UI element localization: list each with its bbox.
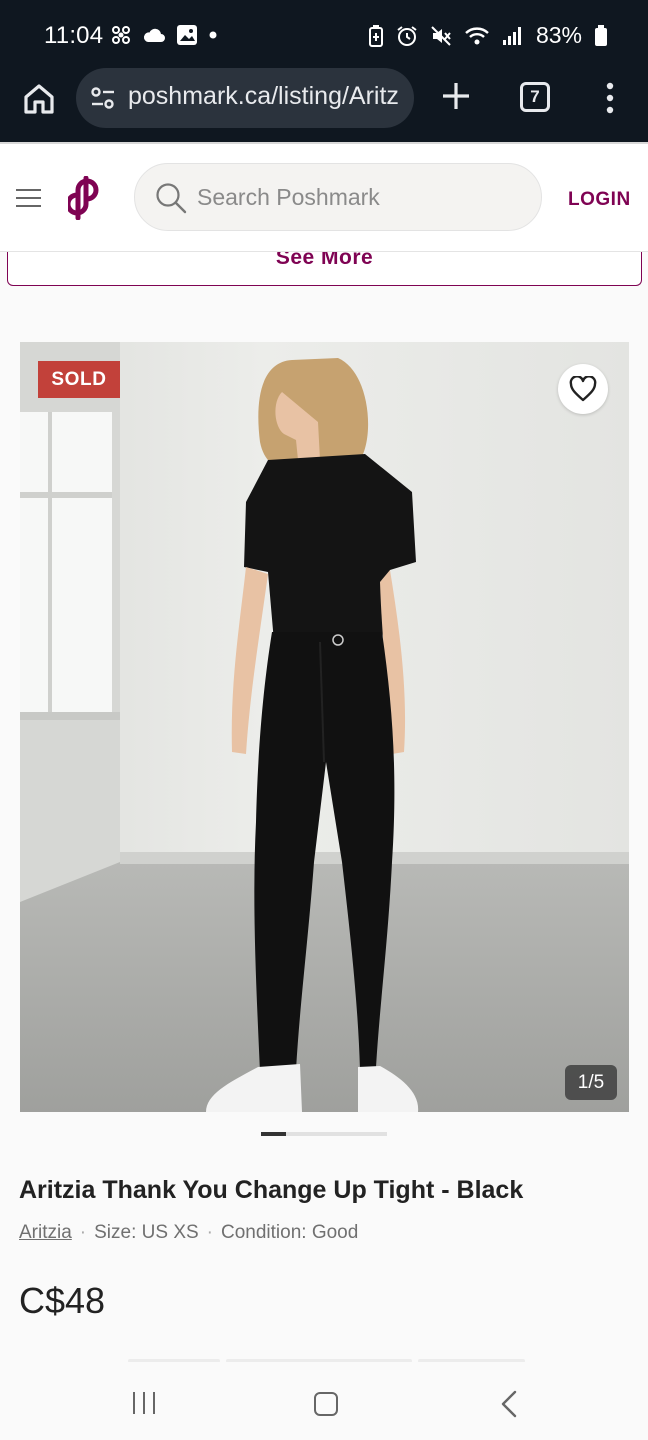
like-button[interactable] — [558, 364, 608, 414]
browser-toolbar: poshmark.ca/listing/Aritz 7 — [0, 68, 648, 142]
carousel-progress-indicator — [261, 1132, 286, 1136]
heart-icon — [569, 376, 597, 402]
brand-link[interactable]: Aritzia — [19, 1222, 72, 1243]
back-icon[interactable] — [499, 1390, 519, 1418]
battery-saver-icon — [368, 24, 383, 47]
home-icon[interactable] — [22, 82, 56, 116]
battery-percentage: 83% — [535, 22, 582, 48]
search-icon — [156, 183, 187, 214]
alarm-icon — [397, 25, 417, 46]
meta-separator: · — [79, 1222, 87, 1243]
url-text[interactable]: poshmark.ca/listing/Aritz — [128, 82, 404, 111]
cloud-icon — [143, 28, 165, 42]
size-label: Size: US XS — [94, 1222, 199, 1243]
search-input[interactable] — [197, 178, 517, 216]
site-settings-icon[interactable] — [90, 86, 116, 110]
fan-icon — [112, 26, 130, 44]
site-header: LOGIN — [0, 142, 648, 252]
search-box[interactable] — [134, 163, 542, 231]
price: C$48 — [19, 1280, 106, 1321]
home-nav-icon[interactable] — [314, 1392, 338, 1416]
status-left-icons — [110, 24, 218, 46]
condition-label: Condition: Good — [221, 1222, 359, 1243]
signal-icon — [502, 26, 521, 45]
system-navigation-bar — [0, 1362, 648, 1440]
new-tab-icon[interactable] — [440, 80, 472, 112]
wifi-icon — [465, 26, 489, 44]
sold-badge: SOLD — [38, 361, 120, 398]
product-photo-illustration — [20, 342, 629, 1112]
tab-switcher-button[interactable]: 7 — [520, 82, 550, 112]
battery-icon — [595, 24, 607, 46]
login-button[interactable]: LOGIN — [568, 189, 631, 211]
mute-icon — [431, 25, 451, 46]
image-counter: 1/5 — [565, 1065, 617, 1100]
menu-icon[interactable] — [16, 189, 41, 207]
product-meta: Aritzia · Size: US XS · Condition: Good — [19, 1222, 358, 1244]
recent-apps-icon[interactable] — [133, 1392, 157, 1414]
status-bar: 11:04 83% — [0, 0, 648, 68]
product-image[interactable] — [20, 342, 629, 1112]
meta-separator: · — [206, 1222, 213, 1243]
address-bar[interactable]: poshmark.ca/listing/Aritz — [76, 68, 414, 128]
dot-icon — [209, 31, 217, 39]
image-icon — [177, 25, 197, 45]
more-menu-icon[interactable] — [604, 82, 616, 114]
poshmark-logo-icon[interactable] — [68, 176, 106, 220]
status-right-icons: 83% — [368, 22, 608, 49]
status-time: 11:04 — [44, 22, 104, 49]
product-title: Aritzia Thank You Change Up Tight - Blac… — [19, 1176, 524, 1204]
